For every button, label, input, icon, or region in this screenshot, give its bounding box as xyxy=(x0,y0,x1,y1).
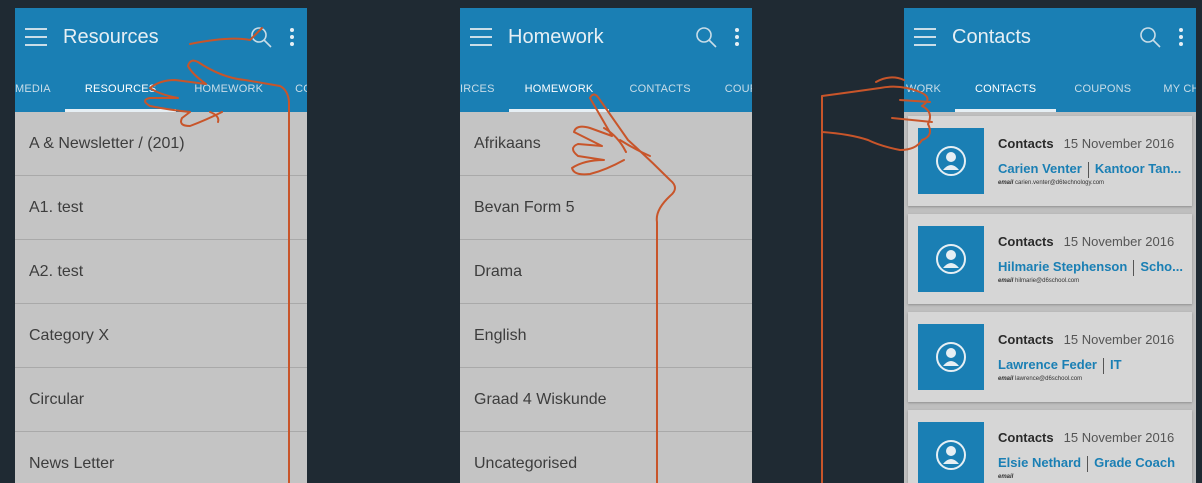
menu-icon[interactable] xyxy=(470,28,492,46)
tab-bar: WORK CONTACTS COUPONS MY CHILI xyxy=(904,66,1196,112)
list-item[interactable]: Afrikaans xyxy=(460,112,752,176)
contact-role: Scho... xyxy=(1140,259,1183,275)
contact-role: Grade Coach xyxy=(1094,455,1176,471)
tab-contacts[interactable]: CONT xyxy=(281,66,307,112)
tab-coupons[interactable]: COUP( xyxy=(711,66,752,112)
list-item[interactable]: A1. test xyxy=(15,176,307,240)
contact-role: Kantoor Tan... xyxy=(1094,161,1182,177)
app-bar: Homework xyxy=(460,8,752,66)
email-label: email xyxy=(998,179,1014,186)
list-item[interactable]: Circular xyxy=(15,368,307,432)
tab-resources[interactable]: RESOURCES xyxy=(64,66,177,112)
email-label: email xyxy=(998,277,1014,284)
tab-my-children[interactable]: MY CHILI xyxy=(1149,66,1196,112)
contact-name: Hilmarie Stephenson xyxy=(998,259,1128,275)
app-bar: Resources xyxy=(15,8,307,66)
tab-homework[interactable]: WORK xyxy=(904,66,955,112)
list-item[interactable]: Drama xyxy=(460,240,752,304)
app-title: Resources xyxy=(63,25,159,48)
tab-bar: MEDIA RESOURCES HOMEWORK CONT xyxy=(15,66,307,112)
list-item[interactable]: Bevan Form 5 xyxy=(460,176,752,240)
menu-icon[interactable] xyxy=(25,28,47,46)
list-item[interactable]: A2. test xyxy=(15,240,307,304)
contact-email: hilmarie@d6school.com xyxy=(1015,277,1080,284)
app-title: Homework xyxy=(508,25,604,48)
card-category: Contacts xyxy=(998,430,1054,446)
email-label: email xyxy=(998,375,1014,382)
contact-email: lawrence@d6school.com xyxy=(1015,375,1083,382)
app-bar: Contacts xyxy=(904,8,1196,66)
contact-email: carien.venter@d6technology.com xyxy=(1015,179,1105,186)
contact-card[interactable]: Contacts 15 November 2016 Elsie Nethard Gr… xyxy=(908,410,1192,483)
contact-card[interactable]: Contacts 15 November 2016 Hilmarie Stephe… xyxy=(908,214,1192,304)
search-icon[interactable] xyxy=(694,25,718,49)
search-icon[interactable] xyxy=(1138,25,1162,49)
contact-card-list: Contacts 15 November 2016 Carien Venter Ka… xyxy=(904,112,1196,483)
card-date: 15 November 2016 xyxy=(1063,332,1175,348)
list-item[interactable]: Category X xyxy=(15,304,307,368)
card-category: Contacts xyxy=(998,332,1054,348)
email-label: email xyxy=(998,473,1014,480)
tab-bar: IRCES HOMEWORK CONTACTS COUP( xyxy=(460,66,752,112)
tab-homework[interactable]: HOMEWORK xyxy=(176,66,281,112)
contact-name: Carien Venter xyxy=(998,161,1082,177)
phone-screen-resources: Resources MEDIA RESOURCES HOMEWORK CONT … xyxy=(15,8,307,483)
contact-name: Elsie Nethard xyxy=(998,455,1082,471)
menu-icon[interactable] xyxy=(914,28,936,46)
contact-card[interactable]: Contacts 15 November 2016 Carien Venter Ka… xyxy=(908,116,1192,206)
tab-resources[interactable]: IRCES xyxy=(460,66,509,112)
tab-media[interactable]: MEDIA xyxy=(15,66,65,112)
tab-contacts[interactable]: CONTACTS xyxy=(609,66,710,112)
contact-card[interactable]: Contacts 15 November 2016 Lawrence Feder I… xyxy=(908,312,1192,402)
person-icon xyxy=(918,128,984,194)
phone-screen-homework: Homework IRCES HOMEWORK CONTACTS COUP( A… xyxy=(460,8,752,483)
person-icon xyxy=(918,324,984,390)
app-title: Contacts xyxy=(952,25,1031,48)
category-list: A & Newsletter / (201) A1. test A2. test… xyxy=(15,112,307,483)
tab-coupons[interactable]: COUPONS xyxy=(1056,66,1149,112)
contact-role: IT xyxy=(1110,357,1122,373)
person-icon xyxy=(918,422,984,483)
contact-name: Lawrence Feder xyxy=(998,357,1097,373)
tab-homework[interactable]: HOMEWORK xyxy=(508,66,610,112)
more-vert-icon[interactable] xyxy=(1176,28,1186,46)
list-item[interactable]: News Letter xyxy=(15,432,307,483)
search-icon[interactable] xyxy=(249,25,273,49)
list-item[interactable]: A & Newsletter / (201) xyxy=(15,112,307,176)
list-item[interactable]: Graad 4 Wiskunde xyxy=(460,368,752,432)
list-item[interactable]: Uncategorised xyxy=(460,432,752,483)
card-category: Contacts xyxy=(998,234,1054,250)
card-date: 15 November 2016 xyxy=(1063,430,1175,446)
tab-contacts[interactable]: CONTACTS xyxy=(955,66,1057,112)
card-date: 15 November 2016 xyxy=(1063,136,1175,152)
card-date: 15 November 2016 xyxy=(1063,234,1175,250)
more-vert-icon[interactable] xyxy=(287,28,297,46)
more-vert-icon[interactable] xyxy=(732,28,742,46)
person-icon xyxy=(918,226,984,292)
phone-screen-contacts: Contacts WORK CONTACTS COUPONS MY CHILI … xyxy=(904,8,1196,483)
card-category: Contacts xyxy=(998,136,1054,152)
list-item[interactable]: English xyxy=(460,304,752,368)
subject-list: Afrikaans Bevan Form 5 Drama English Gra… xyxy=(460,112,752,483)
